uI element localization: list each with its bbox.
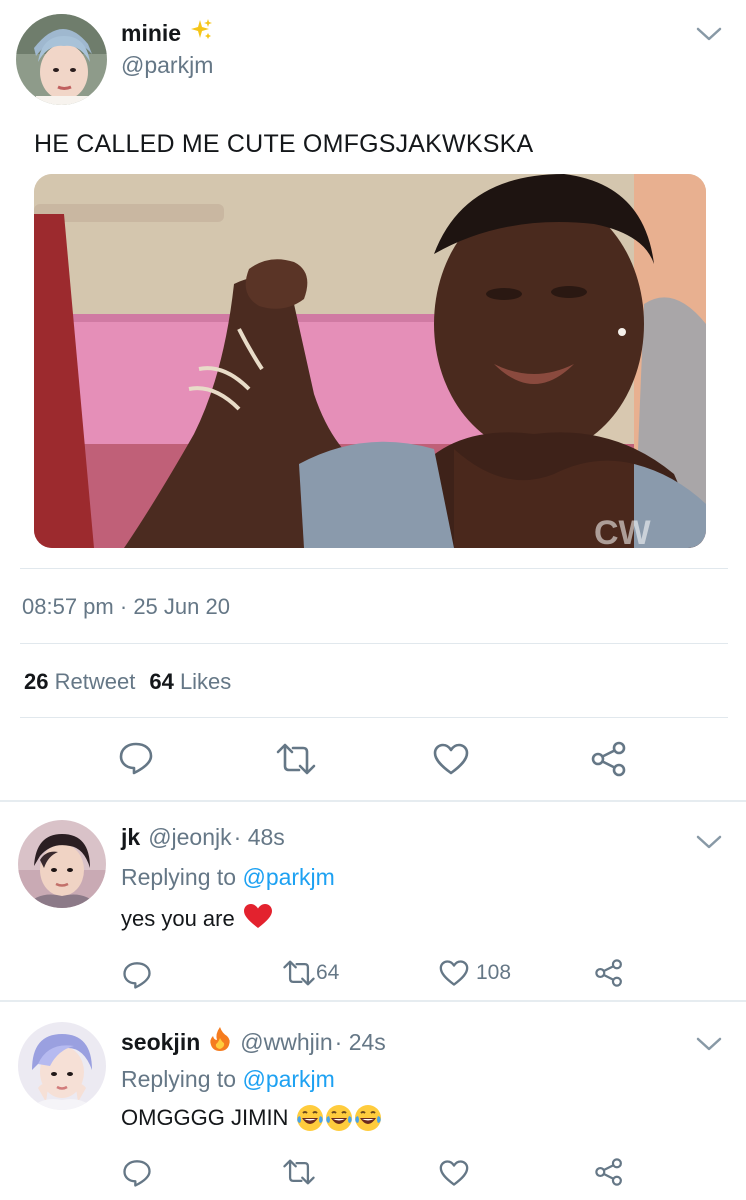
reply-tweet[interactable]: seokjin @wwhjin · 24s Replying to @parkj… — [0, 1002, 746, 1200]
retweet-button[interactable]: 64 — [282, 959, 339, 987]
heart-icon — [438, 959, 470, 987]
avatar[interactable] — [18, 820, 106, 908]
divider — [20, 643, 728, 644]
tweet-text: HE CALLED ME CUTE OMFGSJAKWKSKA — [34, 130, 534, 158]
divider — [20, 717, 728, 718]
reply-icon — [122, 1158, 152, 1188]
red-heart-emoji-icon — [243, 903, 273, 935]
retweet-icon — [282, 959, 316, 987]
retweet-count-link[interactable]: 26 Retweet — [24, 669, 135, 695]
user-handle[interactable]: @jeonjk — [148, 824, 231, 851]
reply-icon — [118, 740, 154, 776]
chevron-down-icon[interactable] — [694, 832, 724, 852]
like-button[interactable]: 108 — [438, 959, 511, 987]
user-handle[interactable]: @parkjm — [121, 52, 213, 79]
display-name[interactable]: seokjin — [121, 1029, 200, 1056]
replying-to: Replying to @parkjm — [121, 1066, 335, 1092]
reply-text: yes you are — [121, 903, 273, 935]
like-button[interactable] — [438, 1159, 470, 1187]
reply-header: jk @jeonjk · 48s — [121, 824, 285, 851]
reply-icon — [122, 960, 152, 990]
tweet-timestamp[interactable]: 08:57 pm · 25 Jun 20 — [22, 594, 230, 620]
reply-button[interactable] — [122, 960, 152, 990]
share-icon — [594, 1157, 624, 1187]
chevron-down-icon[interactable] — [694, 1034, 724, 1054]
reply-tweet[interactable]: jk @jeonjk · 48s Replying to @parkjm yes… — [0, 802, 746, 1000]
share-button[interactable] — [594, 1157, 624, 1187]
replying-to: Replying to @parkjm — [121, 864, 335, 890]
avatar[interactable] — [16, 14, 107, 105]
laughing-tears-emoji-icon — [296, 1104, 382, 1132]
display-name-text: minie — [121, 19, 182, 46]
reply-text: OMGGGG JIMIN — [121, 1104, 382, 1132]
like-button[interactable] — [432, 742, 470, 776]
heart-icon — [438, 1159, 470, 1187]
main-tweet: minie @parkjm HE CALLED ME CUTE OMFGSJAK… — [0, 0, 746, 800]
reply-button[interactable] — [122, 1158, 152, 1188]
tweet-media-image[interactable]: CW — [34, 174, 706, 548]
sparkles-icon — [189, 18, 213, 48]
retweet-icon — [275, 742, 317, 776]
share-icon — [590, 740, 628, 778]
divider — [20, 568, 728, 569]
share-icon — [594, 958, 624, 988]
mention-link[interactable]: @parkjm — [242, 864, 334, 890]
reply-button[interactable] — [118, 740, 154, 776]
heart-icon — [432, 742, 470, 776]
reply-header: seokjin @wwhjin · 24s — [121, 1026, 386, 1058]
reply-time[interactable]: · 24s — [335, 1029, 386, 1056]
retweet-icon — [282, 1158, 316, 1186]
avatar[interactable] — [18, 1022, 106, 1110]
mention-link[interactable]: @parkjm — [242, 1066, 334, 1092]
like-count: 108 — [476, 961, 512, 984]
fire-emoji-icon — [208, 1026, 232, 1058]
chevron-down-icon[interactable] — [694, 24, 724, 44]
retweet-button[interactable] — [275, 742, 317, 776]
reply-time[interactable]: · 48s — [234, 824, 285, 851]
retweet-count: 64 — [316, 961, 340, 984]
retweet-button[interactable] — [282, 1158, 316, 1186]
display-name[interactable]: jk — [121, 824, 140, 851]
user-handle[interactable]: @wwhjin — [240, 1029, 332, 1056]
display-name[interactable]: minie — [121, 18, 213, 48]
share-button[interactable] — [594, 958, 624, 988]
svg-text:CW: CW — [594, 514, 652, 548]
share-button[interactable] — [590, 740, 628, 778]
like-count-link[interactable]: 64 Likes — [149, 669, 231, 695]
tweet-stats: 26 Retweet 64 Likes — [24, 669, 231, 695]
